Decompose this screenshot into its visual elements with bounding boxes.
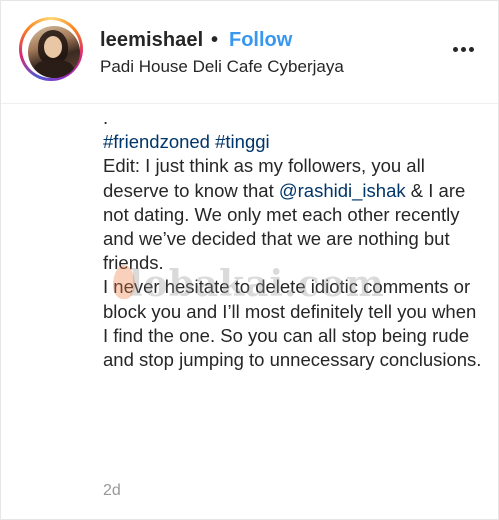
hashtag-friendzoned[interactable]: #friendzoned	[103, 131, 210, 152]
post-frame: leemishael • Follow Padi House Deli Cafe…	[0, 0, 499, 520]
follow-button[interactable]: Follow	[229, 28, 292, 52]
caption-dot-line: .	[103, 107, 109, 128]
username[interactable]: leemishael	[100, 28, 203, 52]
more-options-icon[interactable]	[449, 39, 479, 59]
post-header: leemishael • Follow Padi House Deli Cafe…	[1, 1, 498, 104]
hashtag-tinggi[interactable]: #tinggi	[215, 131, 270, 152]
mention-link[interactable]: @rashidi_ishak	[279, 180, 406, 201]
post-caption: . #friendzoned #tinggi Edit: I just thin…	[103, 106, 483, 372]
avatar-story-ring[interactable]	[19, 17, 83, 81]
location-link[interactable]: Padi House Deli Cafe Cyberjaya	[100, 56, 344, 78]
caption-second-paragraph: I never hesitate to delete idiotic comme…	[103, 276, 482, 371]
post-timestamp[interactable]: 2d	[103, 481, 121, 501]
avatar	[28, 26, 80, 78]
caption-edit-paragraph: Edit: I just think as my followers, you …	[103, 154, 483, 275]
caption-hashtags: #friendzoned #tinggi	[103, 130, 483, 154]
separator-dot: •	[211, 29, 219, 51]
